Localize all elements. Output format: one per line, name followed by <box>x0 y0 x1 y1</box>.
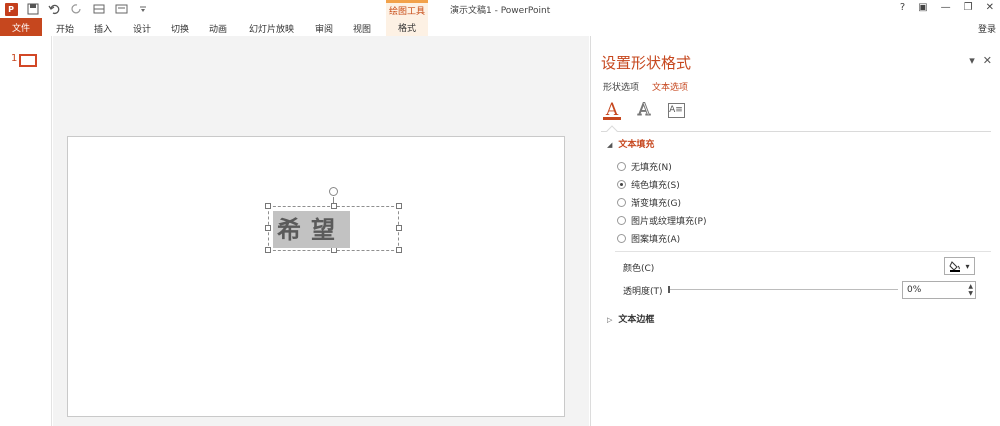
transparency-value: 0% <box>907 285 922 295</box>
transparency-input[interactable]: 0% ▲ ▼ <box>902 281 976 299</box>
transparency-slider-thumb[interactable] <box>668 286 670 293</box>
text-border-section-header[interactable]: ▷ 文本边框 <box>607 312 654 325</box>
resize-handle-top-right[interactable] <box>396 203 402 209</box>
tab-view[interactable]: 视图 <box>353 22 371 35</box>
slide-editing-area[interactable]: 希望 <box>53 36 589 426</box>
tab-insert[interactable]: 插入 <box>94 22 112 35</box>
radio-button[interactable] <box>617 216 626 225</box>
expand-caret-icon: ◢ <box>607 141 613 149</box>
draw-table-icon[interactable] <box>92 2 106 16</box>
resize-handle-right[interactable] <box>396 225 402 231</box>
tab-home[interactable]: 开始 <box>56 22 74 35</box>
powerpoint-logo-icon[interactable]: P <box>4 2 18 16</box>
window-controls: ? ▣ — ❐ ✕ <box>900 2 994 13</box>
redo-icon[interactable] <box>70 2 84 16</box>
slide-number: 1 <box>11 53 18 64</box>
selected-text-box[interactable]: 希望 <box>265 187 402 253</box>
quick-access-toolbar: P <box>4 2 158 16</box>
save-icon[interactable] <box>26 2 40 16</box>
section-divider <box>615 251 991 252</box>
pane-options-icon[interactable]: ▾ <box>969 54 975 67</box>
presentation-icon[interactable] <box>114 2 128 16</box>
tab-slideshow[interactable]: 幻灯片放映 <box>249 22 294 35</box>
radio-gradient-fill[interactable]: 渐变填充(G) <box>617 196 681 209</box>
radio-solid-fill[interactable]: 纯色填充(S) <box>617 178 680 191</box>
help-icon[interactable]: ? <box>900 2 905 13</box>
login-link[interactable]: 登录 <box>978 22 996 35</box>
radio-button[interactable] <box>617 234 626 243</box>
spinner-arrows-icon[interactable]: ▲ ▼ <box>968 283 973 297</box>
format-shape-pane: 设置形状格式 ▾ ✕ 形状选项 文本选项 A A A≡ ◢ 文本填充 无填充(N)… <box>590 36 1000 426</box>
tab-animations[interactable]: 动画 <box>209 22 227 35</box>
pane-close-icon[interactable]: ✕ <box>983 54 992 67</box>
resize-handle-top-left[interactable] <box>265 203 271 209</box>
icon-row-divider <box>601 131 991 132</box>
slide-thumbnail[interactable] <box>19 54 37 67</box>
resize-handle-bottom-left[interactable] <box>265 247 271 253</box>
tab-file[interactable]: 文件 <box>0 18 42 36</box>
active-icon-pointer <box>606 125 618 137</box>
restore-icon[interactable]: ❐ <box>964 2 973 13</box>
radio-button-checked[interactable] <box>617 180 626 189</box>
ribbon-tabs: 文件 开始 插入 设计 切换 动画 幻灯片放映 审阅 视图 格式 登录 <box>0 18 1000 36</box>
tab-design[interactable]: 设计 <box>133 22 151 35</box>
slide-canvas[interactable]: 希望 <box>67 136 565 417</box>
radio-pattern-fill[interactable]: 图案填充(A) <box>617 232 680 245</box>
dropdown-arrow-icon: ▾ <box>965 261 970 271</box>
drawing-tools-label: 绘图工具 <box>388 7 425 17</box>
radio-picture-texture-fill[interactable]: 图片或纹理填充(P) <box>617 214 706 227</box>
minimize-icon[interactable]: — <box>941 2 951 13</box>
transparency-slider-track[interactable] <box>669 289 898 290</box>
rotation-handle[interactable] <box>329 187 338 196</box>
slide-thumbnail-pane: 1 <box>0 36 52 426</box>
window-title: 演示文稿1 - PowerPoint <box>450 6 551 16</box>
title-bar: P 演示文稿1 - PowerPoint ? ▣ — ❐ ✕ <box>0 0 1000 18</box>
subtab-shape-options[interactable]: 形状选项 <box>603 80 639 93</box>
collapse-caret-icon: ▷ <box>607 316 613 324</box>
resize-handle-top[interactable] <box>331 203 337 209</box>
color-picker-button[interactable]: ▾ <box>944 257 975 275</box>
pane-title: 设置形状格式 <box>601 54 692 72</box>
tab-format[interactable]: 格式 <box>386 18 428 36</box>
text-fill-section-header[interactable]: ◢ 文本填充 <box>607 137 654 150</box>
close-icon[interactable]: ✕ <box>986 2 994 13</box>
text-effects-icon[interactable]: A <box>635 100 653 121</box>
tab-transitions[interactable]: 切换 <box>171 22 189 35</box>
resize-handle-bottom-right[interactable] <box>396 247 402 253</box>
radio-no-fill[interactable]: 无填充(N) <box>617 160 672 173</box>
color-label: 颜色(C) <box>623 264 655 274</box>
transparency-label: 透明度(T) <box>623 287 663 297</box>
resize-handle-left[interactable] <box>265 225 271 231</box>
ribbon-display-icon[interactable]: ▣ <box>918 2 927 13</box>
text-options-icons: A A A≡ <box>603 100 685 121</box>
radio-button[interactable] <box>617 162 626 171</box>
radio-button[interactable] <box>617 198 626 207</box>
textbox-icon[interactable]: A≡ <box>667 100 685 120</box>
selected-text[interactable]: 希望 <box>273 211 350 248</box>
text-fill-outline-icon[interactable]: A <box>603 100 621 120</box>
tab-review[interactable]: 审阅 <box>315 22 333 35</box>
pane-controls: ▾ ✕ <box>969 54 992 67</box>
paint-bucket-icon <box>949 261 961 272</box>
subtab-text-options[interactable]: 文本选项 <box>652 80 688 93</box>
customize-qat-icon[interactable] <box>136 2 150 16</box>
undo-icon[interactable] <box>48 2 62 16</box>
